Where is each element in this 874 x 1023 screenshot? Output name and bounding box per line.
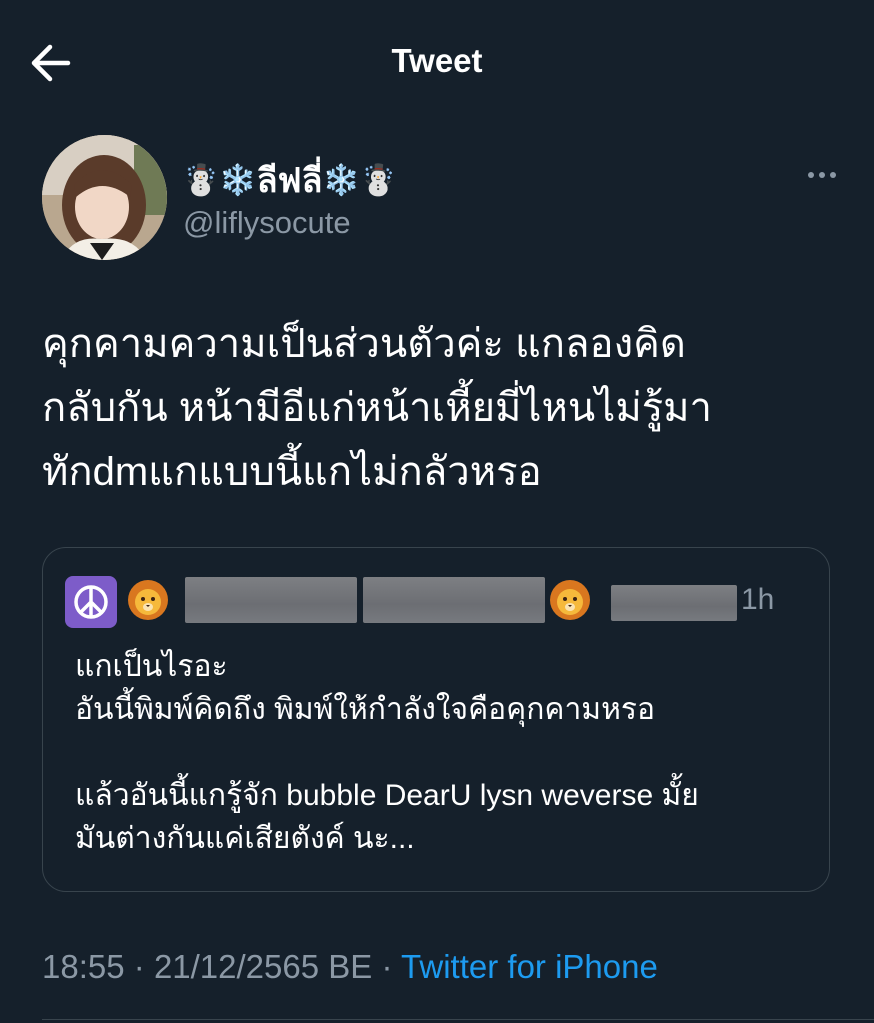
more-dot — [830, 172, 836, 178]
avatar[interactable] — [42, 135, 167, 260]
tweet-source-link[interactable]: Twitter for iPhone — [401, 948, 658, 985]
page-title: Tweet — [391, 42, 483, 79]
tweet-time: 18:55 — [42, 948, 125, 985]
display-name-text: ลีฟลี่ — [256, 162, 323, 200]
snowflake-snowman-emoji: ❄️☃️ — [322, 162, 398, 198]
tweet-line: ทักdmแกแบบนี้แกไม่กลัวหรอ — [42, 450, 542, 494]
divider — [42, 1019, 874, 1020]
user-handle[interactable]: @liflysocute — [183, 205, 351, 241]
quoted-tweet-time: 1h — [741, 583, 775, 616]
redacted-name — [185, 577, 357, 623]
tweet-author: ☃️❄️ ลีฟลี่ ❄️☃️ @liflysocute — [42, 135, 842, 261]
meta-separator: · — [133, 948, 145, 985]
tweet-date: 21/12/2565 BE — [153, 948, 373, 985]
quoted-tweet[interactable]: 1h แกเป็นไรอะ อันนี้พิมพ์คิดถึง พิมพ์ให้… — [42, 547, 830, 892]
lion-face-icon — [128, 580, 168, 620]
display-name[interactable]: ☃️❄️ ลีฟลี่ ❄️☃️ — [182, 153, 397, 207]
quote-line: แล้วอันนี้แกรู้จัก bubble DearU lysn wev… — [75, 779, 699, 812]
tweet-metadata: 18:55 · 21/12/2565 BE · Twitter for iPho… — [42, 948, 658, 986]
quoted-tweet-header: 1h — [65, 575, 825, 628]
snowman-snowflake-emoji: ☃️❄️ — [182, 162, 257, 198]
tweet-line: คุกคามความเป็นส่วนตัวค่ะ แกลองคิด — [42, 322, 686, 366]
tweet-text: คุกคามความเป็นส่วนตัวค่ะ แกลองคิด กลับกั… — [42, 312, 842, 504]
quote-line: มันต่างกันแค่เสียตังค์ นะ... — [75, 822, 415, 855]
peace-symbol-icon — [65, 576, 117, 628]
lion-face-icon — [550, 580, 590, 620]
profile-photo — [42, 135, 167, 260]
quoted-tweet-text: แกเป็นไรอะ อันนี้พิมพ์คิดถึง พิมพ์ให้กำล… — [75, 645, 825, 860]
top-bar: Tweet — [0, 0, 874, 128]
tweet-line: กลับกัน หน้ามีอีแก่หน้าเหี้ยมี่ไหนไม่รู้… — [42, 386, 712, 430]
quote-line: อันนี้พิมพ์คิดถึง พิมพ์ให้กำลังใจคือคุกค… — [75, 693, 655, 726]
quote-line: แกเป็นไรอะ — [75, 650, 228, 683]
more-horizontal-icon — [808, 172, 814, 178]
more-dot — [819, 172, 825, 178]
meta-separator: · — [381, 948, 393, 985]
more-options-button[interactable] — [802, 165, 842, 185]
redacted-handle — [611, 585, 737, 621]
redacted-name — [363, 577, 545, 623]
quote-line — [75, 731, 825, 774]
